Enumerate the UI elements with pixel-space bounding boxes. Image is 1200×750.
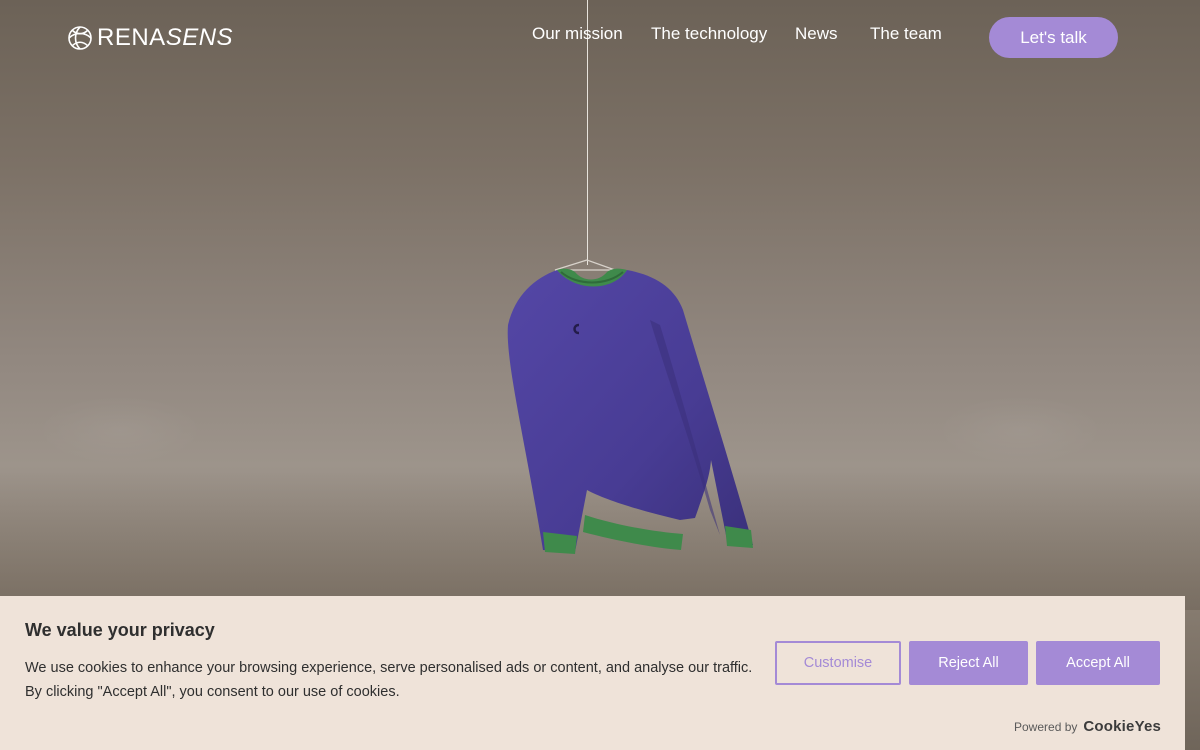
- powered-by[interactable]: Powered by CookieYes: [1014, 718, 1161, 735]
- cookie-text-line-1: We use cookies to enhance your browsing …: [25, 660, 753, 676]
- nav-the-team[interactable]: The team: [870, 24, 942, 44]
- lets-talk-button[interactable]: Let's talk: [989, 17, 1118, 58]
- cookieyes-logo: CookieYes: [1083, 718, 1162, 735]
- top-navigation-bar: RENASENS Our mission The technology News…: [0, 0, 1200, 76]
- reject-all-button[interactable]: Reject All: [909, 641, 1028, 685]
- cookie-banner-title: We value your privacy: [25, 620, 215, 640]
- nav-our-mission[interactable]: Our mission: [532, 24, 623, 44]
- cookie-consent-banner: We value your privacy We use cookies to …: [0, 596, 1185, 750]
- cookie-banner-text: We use cookies to enhance your browsing …: [25, 656, 765, 704]
- cookie-text-line-2: By clicking "Accept All", you consent to…: [25, 684, 400, 700]
- customise-button[interactable]: Customise: [775, 641, 901, 685]
- hanging-sweater-image: [507, 259, 753, 554]
- nav-news[interactable]: News: [795, 24, 838, 44]
- powered-by-label: Powered by: [1014, 719, 1078, 734]
- nav-the-technology[interactable]: The technology: [651, 24, 767, 44]
- accept-all-button[interactable]: Accept All: [1036, 641, 1160, 685]
